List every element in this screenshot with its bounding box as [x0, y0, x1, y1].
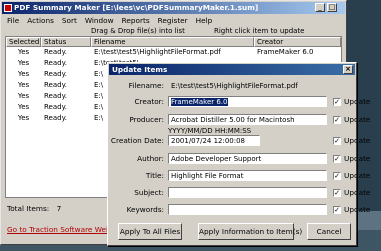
cell-selected: Yes	[17, 59, 30, 67]
cell-selected: Yes	[17, 48, 30, 56]
keywords-update-checkbox[interactable]: ✓ Update	[333, 205, 370, 214]
checkmark-icon: ✓	[333, 171, 341, 180]
column-header-status[interactable]: Status	[41, 37, 91, 47]
cell-selected: Yes	[17, 103, 30, 111]
cell-status: Ready.	[44, 48, 67, 56]
producer-update-checkbox[interactable]: ✓ Update	[333, 115, 370, 124]
producer-label: Producer:	[129, 115, 164, 124]
table-row[interactable]: Yes Ready. E:\test\test5\HighlightFileFo…	[6, 47, 341, 58]
apply-to-items-button[interactable]: Apply Information to Item(s)	[198, 223, 302, 240]
update-label: Update	[344, 154, 371, 163]
column-header-creator[interactable]: Creator	[254, 37, 341, 47]
subject-label: Subject:	[134, 188, 164, 197]
apply-to-all-files-button[interactable]: Apply To All Files	[118, 223, 182, 240]
checkmark-icon: ✓	[333, 205, 341, 214]
cell-creator: FrameMaker 6.0	[257, 48, 314, 56]
window-title: PDF Summary Maker [E:\lees\vc\PDFSummary…	[14, 3, 259, 12]
author-update-checkbox[interactable]: ✓ Update	[333, 154, 370, 163]
creator-label: Creator:	[134, 97, 164, 106]
cancel-button[interactable]: Cancel	[307, 223, 351, 240]
minimize-button[interactable]: _	[315, 3, 325, 12]
menu-reports[interactable]: Reports	[118, 15, 154, 26]
menu-help[interactable]: Help	[192, 15, 217, 26]
cell-status: Ready.	[44, 92, 67, 100]
update-items-dialog: Update Items × Filename: E:\test\test5\H…	[107, 62, 370, 246]
total-items: Total Items: 7	[7, 204, 61, 213]
cell-filename: E:\test\test5\HighlightFileFormat.pdf	[94, 48, 221, 56]
creator-field[interactable]: FrameMaker 6.0	[168, 96, 327, 107]
main-titlebar[interactable]: PDF Summary Maker [E:\lees\vc\PDFSummary…	[2, 2, 345, 14]
column-header-selected[interactable]: Selected	[6, 37, 41, 47]
keywords-field[interactable]	[168, 204, 327, 215]
menu-file[interactable]: File	[3, 15, 23, 26]
cell-status: Ready.	[44, 59, 67, 67]
checkmark-icon: ✓	[333, 97, 341, 106]
checkmark-icon: ✓	[333, 154, 341, 163]
cell-selected: Yes	[17, 70, 30, 78]
creation-date-label: Creation Date:	[110, 136, 164, 145]
total-items-value: 7	[56, 204, 62, 213]
maximize-button[interactable]: □	[327, 3, 337, 12]
filename-value: E:\test\test5\HighlightFileFormat.pdf	[168, 80, 327, 91]
update-label: Update	[344, 205, 371, 214]
title-update-checkbox[interactable]: ✓ Update	[333, 171, 370, 180]
creation-date-update-checkbox[interactable]: ✓ Update	[333, 136, 370, 145]
dialog-title: Update Items	[112, 65, 168, 74]
creation-date-field[interactable]: 2001/07/24 12:00:08	[168, 135, 260, 146]
producer-field[interactable]: Acrobat Distiller 5.00 for Macintosh	[168, 114, 327, 125]
subject-field[interactable]	[168, 187, 327, 198]
keywords-label: Keywords:	[126, 205, 164, 214]
cell-status: Ready.	[44, 103, 67, 111]
title-field[interactable]: Highlight File Format	[168, 170, 327, 181]
cell-selected: Yes	[17, 114, 30, 122]
menu-sort[interactable]: Sort	[58, 15, 81, 26]
app-icon	[4, 4, 12, 12]
update-label: Update	[344, 171, 371, 180]
cell-status: Ready.	[44, 70, 67, 78]
cell-status: Ready.	[44, 81, 67, 89]
creator-value: FrameMaker 6.0	[171, 98, 228, 106]
subject-update-checkbox[interactable]: ✓ Update	[333, 188, 370, 197]
update-label: Update	[344, 97, 371, 106]
menu-actions[interactable]: Actions	[23, 15, 58, 26]
update-label: Update	[344, 188, 371, 197]
checkmark-icon: ✓	[333, 136, 341, 145]
column-header-filename[interactable]: Filename	[91, 37, 254, 47]
title-label: Title:	[145, 171, 164, 180]
menu-register[interactable]: Register	[154, 15, 192, 26]
filename-label: Filename:	[128, 81, 164, 90]
table-header: Selected Status Filename Creator	[6, 37, 341, 47]
menu-window[interactable]: Window	[81, 15, 118, 26]
dialog-titlebar[interactable]: Update Items ×	[109, 64, 355, 75]
right-click-hint: Right click item to update	[214, 27, 305, 35]
cell-selected: Yes	[17, 92, 30, 100]
cell-status: Ready.	[44, 114, 67, 122]
total-items-label: Total Items:	[7, 204, 50, 213]
checkmark-icon: ✓	[333, 115, 341, 124]
drag-drop-hint: Drag & Drop file(s) into list	[91, 27, 185, 35]
checkmark-icon: ✓	[333, 188, 341, 197]
creator-update-checkbox[interactable]: ✓ Update	[333, 97, 370, 106]
date-format-hint: YYYY/MM/DD HH:MM:SS	[168, 127, 252, 135]
update-label: Update	[344, 115, 371, 124]
cell-selected: Yes	[17, 81, 30, 89]
author-field[interactable]: Adobe Developer Support	[168, 153, 327, 164]
menu-bar: File Actions Sort Window Reports Registe…	[3, 15, 216, 26]
update-label: Update	[344, 136, 371, 145]
close-icon[interactable]: ×	[343, 65, 353, 74]
author-label: Author:	[137, 154, 164, 163]
